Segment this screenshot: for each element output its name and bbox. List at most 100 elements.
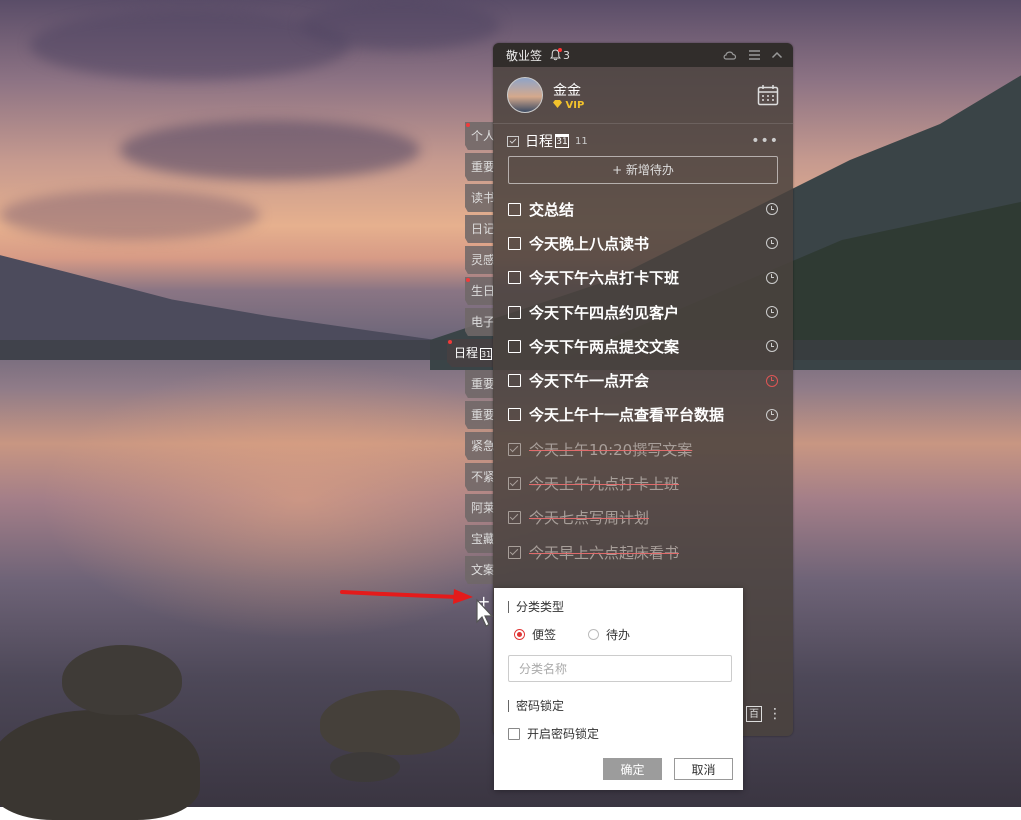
todo-item[interactable]: 今天七点写周计划 <box>493 501 793 535</box>
add-todo-button[interactable]: + 新增待办 <box>508 156 778 184</box>
todo-item[interactable]: 今天下午一点开会 <box>493 363 793 397</box>
todo-item[interactable]: 今天下午两点提交文案 <box>493 329 793 363</box>
reminder-clock-icon[interactable] <box>766 408 778 421</box>
todo-item[interactable]: 今天早上六点起床看书 <box>493 535 793 569</box>
category-tab[interactable]: 重要 <box>465 153 494 181</box>
user-name: 金金 <box>553 82 581 99</box>
category-tab[interactable]: 不紧 <box>465 463 494 491</box>
category-tab-label: 宝藏 <box>471 532 494 546</box>
todo-item[interactable]: 今天晚上八点读书 <box>493 226 793 260</box>
baidu-box-icon[interactable]: 百 <box>746 706 762 722</box>
todo-checkbox[interactable] <box>508 236 521 250</box>
reminder-clock-icon[interactable] <box>766 340 778 353</box>
notification-bell[interactable]: 3 <box>550 47 570 62</box>
category-name-input[interactable] <box>508 655 732 682</box>
category-tab[interactable]: 生日 <box>465 277 494 305</box>
category-tab[interactable]: 日程 31 <box>447 339 495 367</box>
diamond-icon <box>553 99 562 108</box>
category-tab[interactable]: 宝藏 <box>465 525 494 553</box>
wallpaper-cloud <box>0 190 260 240</box>
todo-text: 今天下午六点打卡下班 <box>529 269 680 288</box>
reminder-clock-icon[interactable] <box>766 306 778 319</box>
category-tab[interactable]: 灵感 <box>465 246 494 274</box>
password-lock-checkbox-label: 开启密码锁定 <box>527 727 600 741</box>
cancel-button[interactable]: 取消 <box>674 758 733 780</box>
reminder-clock-icon[interactable] <box>766 374 778 387</box>
password-lock-checkbox[interactable] <box>508 727 520 740</box>
category-tab[interactable]: 重要 <box>465 370 494 398</box>
todo-text: 今天下午一点开会 <box>529 372 650 391</box>
category-tab-label: 文案 <box>471 563 494 577</box>
category-tab[interactable]: 电子 <box>465 308 494 336</box>
reminder-clock-icon[interactable] <box>766 237 778 250</box>
category-tab[interactable]: 日记 <box>465 215 494 243</box>
todo-checkbox[interactable] <box>508 305 521 319</box>
list-more-button[interactable]: ••• <box>751 133 779 149</box>
category-tab-label: 重要 <box>471 160 494 174</box>
category-tab[interactable]: 读书 <box>465 184 494 212</box>
wallpaper-rock <box>330 752 400 782</box>
todo-checkbox[interactable] <box>508 477 521 491</box>
calendar-31-icon: 31 <box>555 134 569 148</box>
list-header: 日程 31 11 ••• <box>493 126 793 156</box>
password-lock-option[interactable]: 开启密码锁定 <box>508 725 599 742</box>
category-tab-label: 个人 <box>471 129 494 143</box>
app-title: 敬业签 <box>506 48 543 63</box>
todo-checkbox[interactable] <box>508 511 521 525</box>
collapse-chevron-up-icon[interactable] <box>771 49 783 61</box>
list-title: 日程 <box>525 134 553 150</box>
category-tab[interactable]: 紧急 <box>465 432 494 460</box>
notification-dot <box>558 47 563 52</box>
todo-text: 今天上午九点打卡上班 <box>529 475 680 494</box>
todo-item[interactable]: 交总结 <box>493 192 793 226</box>
wallpaper-rock <box>320 690 460 755</box>
user-profile: 金金 VIP <box>493 67 793 124</box>
wallpaper-cloud <box>300 0 500 50</box>
category-tab[interactable]: 个人 <box>465 122 494 150</box>
todo-item[interactable]: 今天上午九点打卡上班 <box>493 466 793 500</box>
radio-todo[interactable]: 待办 <box>588 626 630 643</box>
radio-note-dot[interactable] <box>514 629 525 640</box>
todo-checkbox[interactable] <box>508 374 521 388</box>
radio-note[interactable]: 便签 <box>514 626 556 643</box>
todo-item[interactable]: 今天上午10:20撰写文案 <box>493 432 793 466</box>
category-tab[interactable]: 阿莱 <box>465 494 494 522</box>
category-tab-label: 灵感 <box>471 253 494 267</box>
calendar-icon[interactable] <box>757 84 779 106</box>
cloud-sync-icon[interactable] <box>722 49 738 61</box>
todo-checkbox[interactable] <box>508 202 521 216</box>
todo-text: 交总结 <box>529 200 575 219</box>
todo-checkbox[interactable] <box>508 545 521 559</box>
category-tab-label: 电子 <box>471 315 494 329</box>
category-tab-label: 生日 <box>471 284 494 298</box>
wallpaper-rock <box>0 710 200 820</box>
todo-item[interactable]: 今天下午六点打卡下班 <box>493 261 793 295</box>
category-tab[interactable]: 重要 <box>465 401 494 429</box>
todo-text: 今天下午四点约见客户 <box>529 303 680 322</box>
category-tab-label: 日记 <box>471 222 494 236</box>
radio-note-label: 便签 <box>532 628 557 642</box>
todo-text: 今天晚上八点读书 <box>529 234 650 253</box>
radio-todo-dot[interactable] <box>588 629 600 640</box>
todo-checkbox[interactable] <box>508 339 521 353</box>
todo-text: 今天七点写周计划 <box>529 509 650 528</box>
user-info: 金金 VIP <box>553 80 584 111</box>
todo-checkbox[interactable] <box>508 442 521 456</box>
avatar[interactable] <box>507 77 543 113</box>
reminder-clock-icon[interactable] <box>766 271 778 284</box>
todo-item[interactable]: 今天上午十一点查看平台数据 <box>493 398 793 432</box>
todo-checkbox[interactable] <box>508 408 521 422</box>
category-tab[interactable]: 文案 <box>465 556 494 584</box>
bottom-more-button[interactable]: ⋮ <box>768 706 782 722</box>
reminder-clock-icon[interactable] <box>766 203 778 216</box>
title-bar: 敬业签 3 <box>493 43 793 67</box>
category-type-label: 分类类型 <box>508 601 564 613</box>
todo-item[interactable]: 今天下午四点约见客户 <box>493 295 793 329</box>
category-tab-label: 阿莱 <box>471 501 494 515</box>
category-type-radio-group: 便签 待办 <box>514 626 630 643</box>
vip-badge: VIP <box>553 99 584 111</box>
confirm-button[interactable]: 确定 <box>603 758 662 780</box>
menu-icon[interactable] <box>748 49 761 61</box>
annotation-arrow-icon <box>340 589 473 604</box>
todo-checkbox[interactable] <box>508 271 521 285</box>
